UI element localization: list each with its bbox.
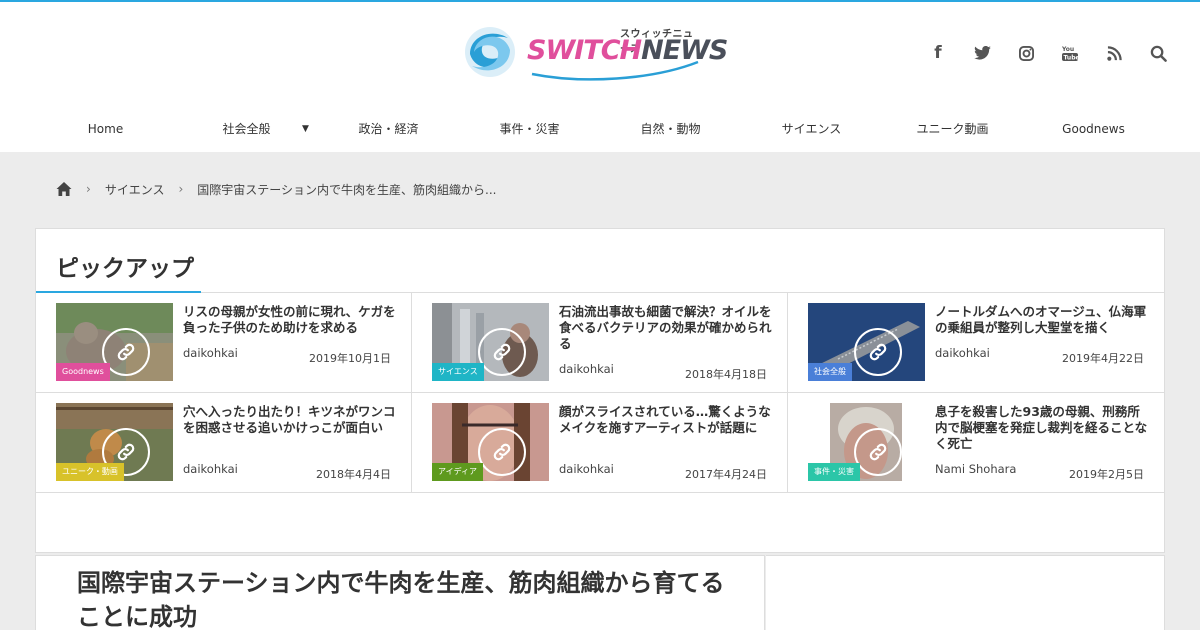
instagram-icon[interactable] [1004, 42, 1048, 64]
card-author: daikohkai [935, 346, 990, 360]
card-date: 2017年4月24日 [685, 468, 767, 481]
search-icon[interactable] [1136, 42, 1180, 64]
card-date: 2018年4月4日 [316, 468, 391, 481]
svg-text:You: You [1062, 46, 1074, 53]
nav-item-home[interactable]: Home [35, 116, 176, 142]
home-icon[interactable] [56, 181, 72, 197]
article-title: 国際宇宙ステーション内で牛肉を生産、筋肉組織から育てることに成功 [77, 569, 725, 630]
category-badge[interactable]: アイディア [432, 463, 484, 481]
logo-word-news: NEWS [641, 35, 728, 66]
pickup-card[interactable]: 社会全般 ノートルダムへのオマージュ、仏海軍の乗組員が整列し大聖堂を描く dai… [788, 293, 1164, 393]
pickup-heading: ピックアップ [56, 256, 194, 282]
nav-item-unique-video[interactable]: ユニーク動画 [882, 116, 1023, 142]
chevron-down-icon[interactable]: ▼ [302, 116, 309, 142]
link-icon [854, 428, 902, 476]
pickup-section: ピックアップ Goodnews リスの母親が女性の前に現れ、ケガを負った子供のた… [35, 228, 1165, 553]
card-title[interactable]: ノートルダムへのオマージュ、仏海軍の乗組員が整列し大聖堂を描く [935, 304, 1150, 336]
card-thumbnail[interactable]: 社会全般 [808, 303, 925, 381]
card-author: daikohkai [183, 346, 238, 360]
social-links: f You Tube [916, 42, 1180, 64]
card-author: daikohkai [183, 462, 238, 476]
card-thumbnail[interactable]: サイエンス [432, 303, 549, 381]
nav-item-incidents[interactable]: 事件・災害 [459, 116, 600, 142]
category-badge[interactable]: Goodnews [56, 363, 110, 381]
site-header: スウィッチニュース SWITCHNEWS f You Tube Home 社会全般… [0, 2, 1200, 152]
category-badge[interactable]: 社会全般 [808, 363, 852, 381]
nav-item-science[interactable]: サイエンス [741, 116, 882, 142]
breadcrumb-current: 国際宇宙ステーション内で牛肉を生産、筋肉組織から... [197, 182, 497, 197]
link-icon [854, 328, 902, 376]
category-badge[interactable]: ユニーク・動画 [56, 463, 124, 481]
card-thumbnail[interactable]: アイディア [432, 403, 549, 481]
card-title[interactable]: 息子を殺害した93歳の母親、刑務所内で脳梗塞を発症し裁判を経ることなく死亡 [935, 404, 1150, 452]
card-thumbnail[interactable]: ユニーク・動画 [56, 403, 173, 481]
card-date: 2018年4月18日 [685, 368, 767, 381]
sidebar [766, 555, 1165, 630]
category-badge[interactable]: サイエンス [432, 363, 484, 381]
logo-swirl-icon [465, 27, 515, 77]
link-icon [478, 428, 526, 476]
logo-word-switch: SWITCH [527, 35, 642, 66]
card-title[interactable]: リスの母親が女性の前に現れ、ケガを負った子供のため助けを求める [183, 304, 398, 336]
nav-item-society[interactable]: 社会全般 [176, 116, 317, 142]
youtube-icon[interactable]: You Tube [1048, 42, 1092, 64]
pickup-card[interactable]: アイディア 顔がスライスされている…驚くようなメイクを施すアーティストが話題に … [412, 393, 788, 493]
nav-item-nature[interactable]: 自然・動物 [600, 116, 741, 142]
main-nav: Home 社会全般 ▼ 政治・経済 事件・災害 自然・動物 サイエンス ユニーク… [35, 116, 1165, 142]
pickup-grid: Goodnews リスの母親が女性の前に現れ、ケガを負った子供のため助けを求める… [36, 293, 1164, 493]
card-author: Nami Shohara [935, 462, 1017, 476]
card-date: 2019年2月5日 [1069, 468, 1144, 481]
card-title[interactable]: 石油流出事故も細菌で解決？オイルを食べるバクテリアの効果が確かめられる [559, 304, 774, 352]
card-title[interactable]: 穴へ入ったり出たり！キツネがワンコを困惑させる追いかけっこが面白い [183, 404, 398, 436]
twitter-icon[interactable] [960, 42, 1004, 64]
card-author: daikohkai [559, 362, 614, 376]
svg-text:Tube: Tube [1064, 55, 1079, 62]
article-header: 国際宇宙ステーション内で牛肉を生産、筋肉組織から育てることに成功 [35, 555, 765, 630]
pickup-card[interactable]: ユニーク・動画 穴へ入ったり出たり！キツネがワンコを困惑させる追いかけっこが面白… [36, 393, 412, 493]
nav-item-politics[interactable]: 政治・経済 [318, 116, 459, 142]
pickup-card[interactable]: 事件・災害 息子を殺害した93歳の母親、刑務所内で脳梗塞を発症し裁判を経ることな… [788, 393, 1164, 493]
card-date: 2019年4月22日 [1062, 352, 1144, 365]
link-icon [478, 328, 526, 376]
card-title[interactable]: 顔がスライスされている…驚くようなメイクを施すアーティストが話題に [559, 404, 774, 436]
card-date: 2019年10月1日 [309, 352, 391, 365]
breadcrumb-separator: › [178, 182, 184, 196]
breadcrumb: › サイエンス › 国際宇宙ステーション内で牛肉を生産、筋肉組織から... [56, 178, 510, 200]
category-badge[interactable]: 事件・災害 [808, 463, 860, 481]
card-thumbnail[interactable]: Goodnews [56, 303, 173, 381]
breadcrumb-separator: › [86, 182, 91, 196]
nav-item-goodnews[interactable]: Goodnews [1023, 116, 1164, 142]
rss-icon[interactable] [1092, 42, 1136, 64]
pickup-card[interactable]: サイエンス 石油流出事故も細菌で解決？オイルを食べるバクテリアの効果が確かめられ… [412, 293, 788, 393]
facebook-icon[interactable]: f [916, 42, 960, 64]
card-thumbnail[interactable]: 事件・災害 [808, 403, 925, 481]
breadcrumb-category[interactable]: サイエンス [105, 181, 165, 198]
card-author: daikohkai [559, 462, 614, 476]
site-logo[interactable]: スウィッチニュース SWITCHNEWS [462, 22, 728, 86]
logo-wordmark: SWITCHNEWS [527, 35, 728, 66]
pickup-card[interactable]: Goodnews リスの母親が女性の前に現れ、ケガを負った子供のため助けを求める… [36, 293, 412, 393]
